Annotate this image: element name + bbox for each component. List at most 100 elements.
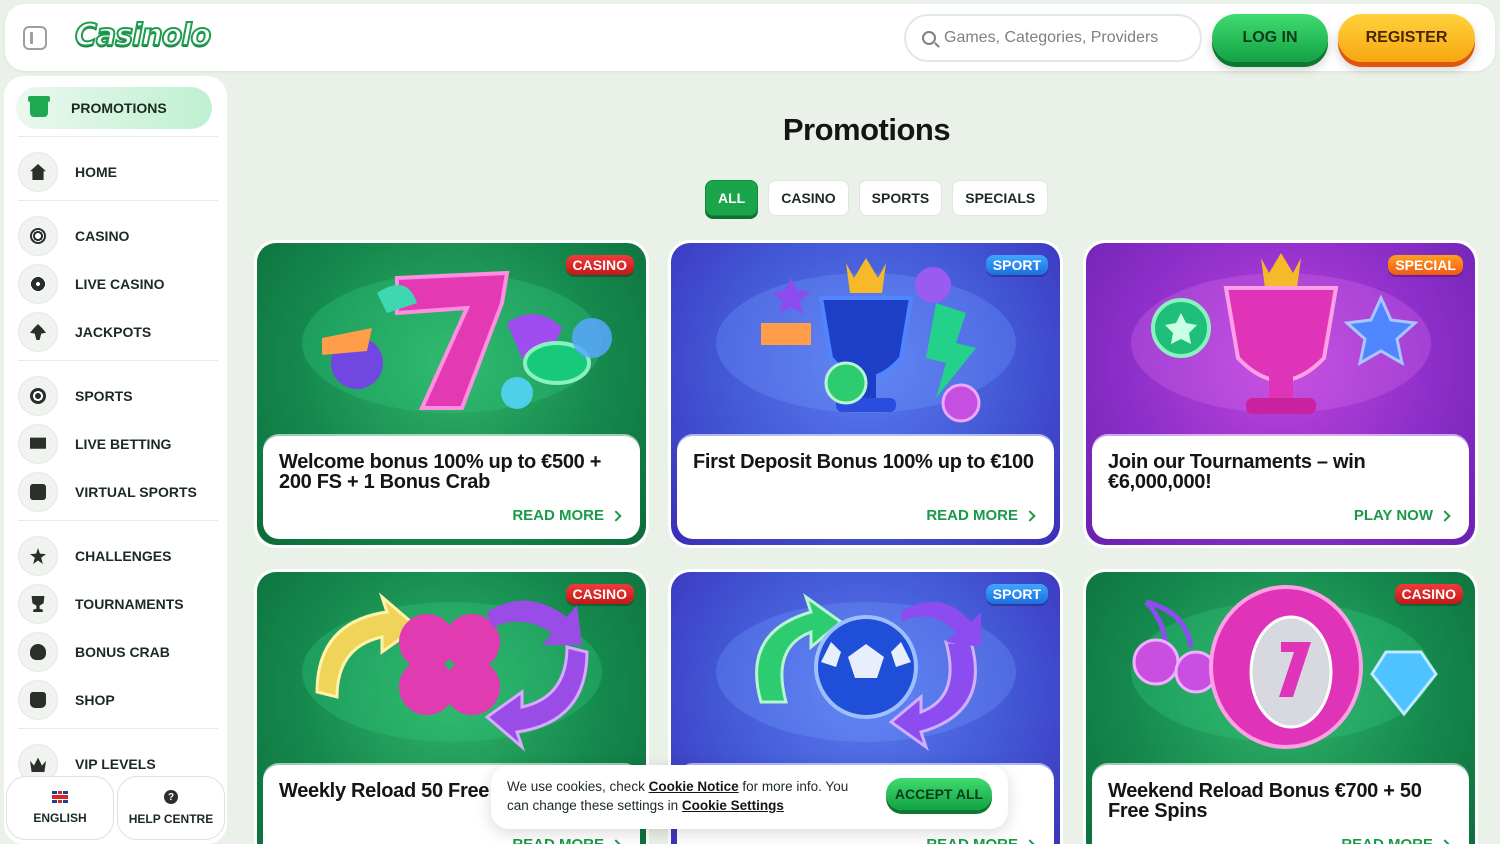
sidebar-item-label: TOURNAMENTS (75, 596, 184, 612)
filter-tabs: ALL CASINO SPORTS SPECIALS (705, 180, 1049, 216)
read-more-link[interactable]: READ MORE (926, 507, 1036, 524)
sidebar-item-label: LIVE BETTING (75, 436, 172, 452)
help-centre-button[interactable]: ? HELP CENTRE (117, 776, 225, 840)
divider (18, 136, 218, 137)
casino-chip-icon (18, 216, 58, 256)
search-box[interactable] (904, 14, 1202, 62)
trophy-icon (18, 584, 58, 624)
card-title: Weekend Reload Bonus €700 + 50 Free Spin… (1108, 780, 1422, 822)
chevron-right-icon (610, 838, 622, 844)
sidebar-item-label: VIP LEVELS (75, 756, 156, 772)
card-text-panel: First Deposit Bonus 100% up to €100 READ… (677, 436, 1054, 539)
sidebar-item-shop[interactable]: SHOP (18, 680, 218, 720)
promo-card[interactable]: CASINO Weekend Reload Bonus €700 + 50 Fr… (1083, 569, 1478, 844)
category-badge: SPECIAL (1388, 255, 1463, 275)
sidebar-item-label: PROMOTIONS (71, 100, 167, 116)
category-badge: CASINO (565, 255, 634, 275)
promo-card[interactable]: SPORT First Deposit Bonus 100% up to €10… (668, 240, 1063, 548)
search-input[interactable] (944, 16, 1194, 60)
live-tv-icon (18, 424, 58, 464)
card-title: First Deposit Bonus 100% up to €100 (693, 451, 1034, 473)
chevron-right-icon (1439, 838, 1451, 844)
card-link-label: PLAY NOW (1353, 507, 1433, 524)
shopping-bag-icon (18, 680, 58, 720)
filter-casino[interactable]: CASINO (768, 180, 849, 216)
page-title: Promotions (782, 112, 951, 147)
sidebar-footer: ENGLISH ? HELP CENTRE (4, 776, 227, 844)
sidebar-toggle-icon[interactable] (23, 26, 47, 50)
card-link-label: READ MORE (512, 507, 604, 524)
card-text-panel: Welcome bonus 100% up to €500 + 200 FS +… (263, 436, 640, 539)
category-badge: SPORT (985, 584, 1048, 604)
login-button[interactable]: LOG IN (1212, 14, 1328, 62)
read-more-link[interactable]: READ MORE (512, 507, 622, 524)
star-icon (18, 536, 58, 576)
search-icon (922, 31, 936, 45)
language-label: ENGLISH (33, 811, 87, 825)
sidebar-item-label: JACKPOTS (75, 324, 152, 340)
cookie-settings-link[interactable]: Cookie Settings (682, 798, 784, 813)
filter-specials[interactable]: SPECIALS (952, 180, 1049, 216)
live-casino-icon (18, 264, 58, 304)
sidebar-item-label: SHOP (75, 692, 115, 708)
sidebar-item-sports[interactable]: SPORTS (18, 376, 218, 416)
card-link-label: READ MORE (512, 836, 604, 844)
category-badge: CASINO (1394, 584, 1463, 604)
divider (18, 520, 218, 521)
card-text-panel: Join our Tournaments – win €6,000,000! P… (1092, 436, 1469, 539)
divider (18, 360, 218, 361)
read-more-link[interactable]: READ MORE (926, 836, 1036, 844)
sidebar-item-label: CHALLENGES (75, 548, 172, 564)
accept-all-button[interactable]: ACCEPT ALL (886, 778, 992, 810)
card-title: Welcome bonus 100% up to €500 + 200 FS +… (279, 451, 602, 493)
card-text-panel: Weekend Reload Bonus €700 + 50 Free Spin… (1092, 765, 1469, 844)
casinolo-logo[interactable]: Casinolo (74, 17, 212, 54)
sidebar-item-casino[interactable]: CASINO (18, 216, 218, 256)
sidebar-item-tournaments[interactable]: TOURNAMENTS (18, 584, 218, 624)
sidebar: PROMOTIONS HOME CASINO LIVE CASINO JACKP… (4, 76, 227, 844)
crab-icon (18, 632, 58, 672)
sidebar-item-label: VIRTUAL SPORTS (75, 484, 197, 500)
help-label: HELP CENTRE (128, 812, 214, 826)
gift-icon (28, 96, 50, 117)
sidebar-item-label: BONUS CRAB (75, 644, 170, 660)
filter-sports[interactable]: SPORTS (858, 180, 943, 216)
uk-flag-icon (52, 791, 68, 803)
sidebar-item-virtual-sports[interactable]: VIRTUAL SPORTS (18, 472, 218, 512)
sidebar-item-label: CASINO (75, 228, 130, 244)
cookie-banner: We use cookies, check Cookie Notice for … (491, 765, 1008, 829)
divider (18, 728, 218, 729)
divider (18, 200, 218, 201)
cookie-notice-link[interactable]: Cookie Notice (649, 779, 739, 794)
question-mark-icon: ? (164, 790, 178, 804)
read-more-link[interactable]: READ MORE (1341, 836, 1451, 844)
promo-card[interactable]: SPECIAL Join our Tournaments – win €6,00… (1083, 240, 1478, 548)
sidebar-item-label: SPORTS (75, 388, 133, 404)
card-link-label: READ MORE (926, 836, 1018, 844)
sidebar-item-jackpots[interactable]: JACKPOTS (18, 312, 218, 352)
sidebar-item-live-betting[interactable]: LIVE BETTING (18, 424, 218, 464)
sidebar-item-promotions[interactable]: PROMOTIONS (16, 87, 212, 129)
sidebar-item-challenges[interactable]: CHALLENGES (18, 536, 218, 576)
play-now-link[interactable]: PLAY NOW (1353, 507, 1451, 524)
filter-all[interactable]: ALL (705, 180, 759, 216)
cookie-text-1: We use cookies, check (507, 779, 645, 794)
club-icon (18, 312, 58, 352)
sidebar-item-live-casino[interactable]: LIVE CASINO (18, 264, 218, 304)
language-button[interactable]: ENGLISH (6, 776, 114, 840)
sidebar-item-label: LIVE CASINO (75, 276, 165, 292)
category-badge: SPORT (985, 255, 1048, 275)
soccer-ball-icon (18, 376, 58, 416)
sidebar-item-home[interactable]: HOME (18, 152, 218, 192)
virtual-sports-icon (18, 472, 58, 512)
cookie-message: We use cookies, check Cookie Notice for … (507, 777, 872, 815)
home-icon (18, 152, 58, 192)
chevron-right-icon (610, 509, 622, 522)
card-link-label: READ MORE (926, 507, 1018, 524)
top-header: Casinolo LOG IN REGISTER (5, 4, 1495, 71)
promo-card[interactable]: CASINO Welcome bonus 100% up to €500 + 2… (254, 240, 649, 548)
read-more-link[interactable]: READ MORE (512, 836, 622, 844)
register-button[interactable]: REGISTER (1338, 14, 1475, 62)
sidebar-item-label: HOME (75, 164, 117, 180)
sidebar-item-bonus-crab[interactable]: BONUS CRAB (18, 632, 218, 672)
